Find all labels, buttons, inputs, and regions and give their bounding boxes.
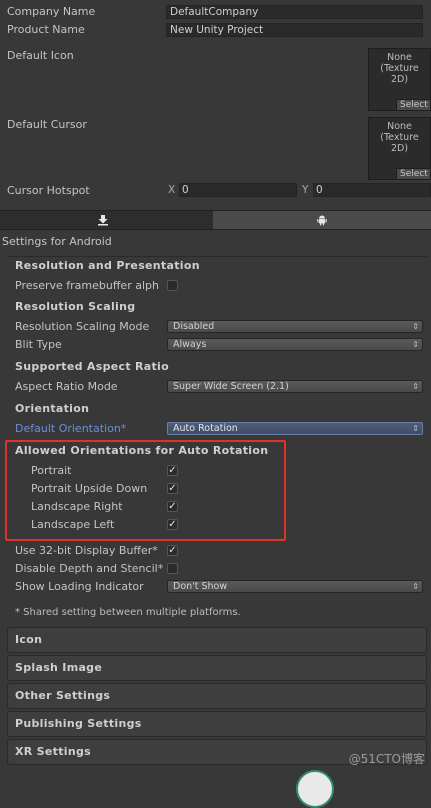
default-cursor-slot[interactable]: None (Texture 2D) Select <box>368 117 431 180</box>
resolution-scaling-title: Resolution Scaling <box>15 300 136 313</box>
supported-aspect-ratio-title: Supported Aspect Ratio <box>15 360 169 373</box>
preserve-framebuffer-label: Preserve framebuffer alph <box>15 279 159 292</box>
company-name-field[interactable]: DefaultCompany <box>166 5 423 19</box>
show-loading-indicator-dropdown[interactable]: Don't Show ⇕ <box>167 580 423 593</box>
shared-setting-note: * Shared setting between multiple platfo… <box>15 607 241 618</box>
hotspot-x-input[interactable]: 0 <box>179 183 297 197</box>
preserve-framebuffer-checkbox[interactable] <box>167 280 178 291</box>
dropdown-arrow-icon: ⇕ <box>412 582 419 591</box>
resolution-presentation-title: Resolution and Presentation <box>15 259 200 272</box>
portrait-checkbox[interactable]: ✓ <box>167 465 178 476</box>
publishing-settings-foldout[interactable]: Publishing Settings <box>7 711 427 737</box>
disable-depth-stencil-checkbox[interactable] <box>167 563 178 574</box>
android-icon <box>317 215 327 226</box>
aspect-ratio-mode-value: Super Wide Screen (2.1) <box>173 381 289 392</box>
display-buffer-label: Use 32-bit Display Buffer* <box>15 544 158 557</box>
blit-type-dropdown[interactable]: Always ⇕ <box>167 338 423 351</box>
default-icon-label: Default Icon <box>7 49 74 62</box>
icon-foldout[interactable]: Icon <box>7 627 427 653</box>
show-loading-indicator-value: Don't Show <box>173 581 228 592</box>
resolution-scaling-mode-label: Resolution Scaling Mode <box>15 320 150 333</box>
landscape-left-checkbox[interactable]: ✓ <box>167 519 178 530</box>
default-icon-slot[interactable]: None (Texture 2D) Select <box>368 48 431 111</box>
tab-android[interactable] <box>213 211 431 229</box>
default-cursor-texture-text: None (Texture 2D) <box>380 121 419 154</box>
portrait-upside-down-label: Portrait Upside Down <box>31 482 148 495</box>
company-name-label: Company Name <box>7 5 96 18</box>
display-buffer-checkbox[interactable]: ✓ <box>167 545 178 556</box>
allowed-orientations-title: Allowed Orientations for Auto Rotation <box>15 444 269 457</box>
product-name-label: Product Name <box>7 23 85 36</box>
hotspot-x-label: X <box>168 184 176 196</box>
portrait-label: Portrait <box>31 464 72 477</box>
hotspot-y-label: Y <box>302 184 309 196</box>
dropdown-arrow-icon: ⇕ <box>412 382 419 391</box>
download-icon <box>98 215 108 226</box>
resolution-scaling-mode-dropdown[interactable]: Disabled ⇕ <box>167 320 423 333</box>
default-icon-texture-text: None (Texture 2D) <box>380 52 419 85</box>
aspect-ratio-mode-label: Aspect Ratio Mode <box>15 380 118 393</box>
dropdown-arrow-icon: ⇕ <box>412 340 419 349</box>
platform-tab-bar <box>0 210 431 230</box>
default-orientation-label: Default Orientation* <box>15 422 127 435</box>
product-name-field[interactable]: New Unity Project <box>166 23 423 37</box>
watermark-text: @51CTO博客 <box>348 752 425 766</box>
blit-type-label: Blit Type <box>15 338 62 351</box>
portrait-upside-down-checkbox[interactable]: ✓ <box>167 483 178 494</box>
tab-standalone[interactable] <box>0 211 212 229</box>
hotspot-y-input[interactable]: 0 <box>313 183 431 197</box>
default-cursor-select-button[interactable]: Select <box>396 168 430 179</box>
default-orientation-dropdown[interactable]: Auto Rotation ⇕ <box>167 422 423 435</box>
blit-type-value: Always <box>173 339 207 350</box>
dropdown-arrow-icon: ⇕ <box>412 424 419 433</box>
orientation-title: Orientation <box>15 402 90 415</box>
show-loading-indicator-label: Show Loading Indicator <box>15 580 144 593</box>
aspect-ratio-mode-dropdown[interactable]: Super Wide Screen (2.1) ⇕ <box>167 380 423 393</box>
settings-header: Settings for Android <box>2 235 112 248</box>
cursor-hotspot-label: Cursor Hotspot <box>7 184 90 197</box>
default-orientation-value: Auto Rotation <box>173 423 238 434</box>
dropdown-arrow-icon: ⇕ <box>412 322 419 331</box>
landscape-left-label: Landscape Left <box>31 518 115 531</box>
landscape-right-label: Landscape Right <box>31 500 123 513</box>
landscape-right-checkbox[interactable]: ✓ <box>167 501 178 512</box>
other-settings-foldout[interactable]: Other Settings <box>7 683 427 709</box>
default-icon-select-button[interactable]: Select <box>396 99 430 110</box>
default-cursor-label: Default Cursor <box>7 118 87 131</box>
partial-logo-icon <box>296 770 334 808</box>
disable-depth-stencil-label: Disable Depth and Stencil* <box>15 562 164 575</box>
resolution-scaling-mode-value: Disabled <box>173 321 215 332</box>
splash-image-foldout[interactable]: Splash Image <box>7 655 427 681</box>
